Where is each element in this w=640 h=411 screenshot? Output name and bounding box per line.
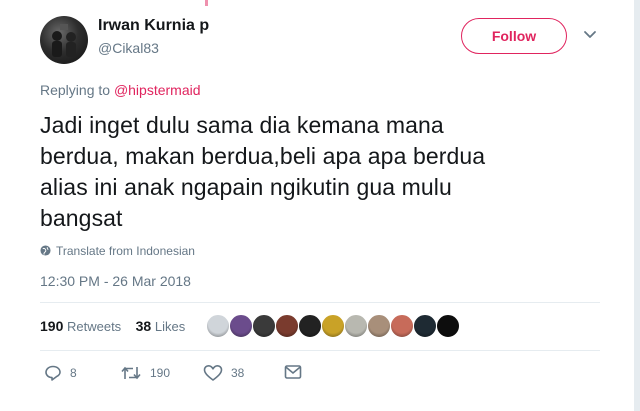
top-edge-mark bbox=[205, 0, 208, 6]
envelope-icon bbox=[284, 365, 302, 379]
liker-avatar[interactable] bbox=[436, 314, 460, 338]
liker-avatar[interactable] bbox=[206, 314, 230, 338]
translate-label[interactable]: Translate from Indonesian bbox=[56, 244, 195, 258]
liker-avatar[interactable] bbox=[275, 314, 299, 338]
retweets-stat[interactable]: 190 Retweets bbox=[40, 318, 122, 334]
liker-avatar[interactable] bbox=[413, 314, 437, 338]
liker-avatar[interactable] bbox=[321, 314, 345, 338]
liker-avatar[interactable] bbox=[252, 314, 276, 338]
follow-button[interactable]: Follow bbox=[461, 18, 567, 54]
retweet-count: 190 bbox=[150, 366, 171, 380]
liker-avatar[interactable] bbox=[390, 314, 414, 338]
tweet-text-line: alias ini anak ngapain ngikutin gua mulu bbox=[40, 174, 452, 200]
tweet-timestamp[interactable]: 12:30 PM - 26 Mar 2018 bbox=[40, 273, 191, 289]
likes-count: 38 bbox=[135, 318, 152, 334]
likes-stat[interactable]: 38 Likes bbox=[135, 318, 186, 334]
liker-avatar[interactable] bbox=[229, 314, 253, 338]
avatar-figures-icon bbox=[52, 24, 76, 57]
likes-label: Likes bbox=[154, 319, 186, 334]
like-count: 38 bbox=[231, 366, 245, 380]
tweet-text-line: Jadi inget dulu sama dia kemana mana bbox=[40, 112, 444, 138]
tweet-text-line: berdua, makan berdua,beli apa apa berdua bbox=[40, 143, 486, 169]
user-handle[interactable]: @Cikal83 bbox=[98, 40, 159, 56]
tweet-text-line: bangsat bbox=[40, 205, 123, 231]
retweet-button[interactable]: 190 bbox=[120, 364, 170, 382]
like-button[interactable]: 38 bbox=[203, 364, 244, 382]
user-name[interactable]: Irwan Kurnia p bbox=[98, 17, 209, 35]
reply-context: Replying to @hipstermaid bbox=[40, 82, 201, 98]
tweet-stats: 190 Retweets 38 Likes bbox=[40, 318, 185, 334]
retweets-count: 190 bbox=[40, 318, 64, 334]
globe-icon bbox=[40, 245, 51, 256]
liker-avatar[interactable] bbox=[367, 314, 391, 338]
divider bbox=[40, 302, 600, 303]
liker-avatar[interactable] bbox=[298, 314, 322, 338]
reply-mention-link[interactable]: @hipstermaid bbox=[114, 82, 201, 98]
retweets-label: Retweets bbox=[66, 319, 122, 334]
avatar[interactable] bbox=[40, 16, 88, 64]
reply-count: 8 bbox=[70, 366, 77, 380]
heart-icon bbox=[203, 365, 223, 381]
right-scroll-edge bbox=[634, 0, 640, 411]
reply-icon bbox=[45, 365, 61, 381]
direct-message-button[interactable] bbox=[284, 364, 310, 380]
divider bbox=[40, 350, 600, 351]
translate-link[interactable]: Translate from Indonesian bbox=[40, 244, 195, 258]
retweet-icon bbox=[121, 366, 141, 380]
liker-avatar[interactable] bbox=[344, 314, 368, 338]
tweet-text: Jadi inget dulu sama dia kemana mana ber… bbox=[40, 110, 590, 234]
chevron-down-icon[interactable] bbox=[583, 30, 597, 40]
reply-context-prefix: Replying to bbox=[40, 82, 111, 98]
reply-button[interactable]: 8 bbox=[44, 364, 77, 382]
